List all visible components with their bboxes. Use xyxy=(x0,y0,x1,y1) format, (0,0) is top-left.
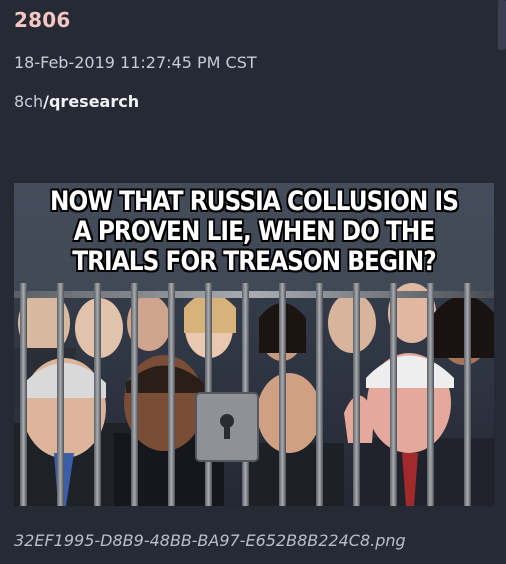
post-image[interactable]: NOW THAT RUSSIA COLLUSION IS A PROVEN LI… xyxy=(14,183,494,506)
post-container: 2806 18-Feb-2019 11:27:45 PM CST 8ch/qre… xyxy=(0,0,506,564)
scrollbar-thumb[interactable] xyxy=(498,0,506,50)
post-source: 8ch/qresearch xyxy=(14,92,139,111)
image-filename[interactable]: 32EF1995-D8B9-48BB-BA97-E652B8B224C8.png xyxy=(14,531,406,550)
post-number[interactable]: 2806 xyxy=(14,8,70,32)
source-board-link[interactable]: /qresearch xyxy=(43,92,139,111)
post-timestamp: 18-Feb-2019 11:27:45 PM CST xyxy=(14,53,257,72)
source-site: 8ch xyxy=(14,92,44,111)
meme-caption: NOW THAT RUSSIA COLLUSION IS A PROVEN LI… xyxy=(50,186,459,277)
